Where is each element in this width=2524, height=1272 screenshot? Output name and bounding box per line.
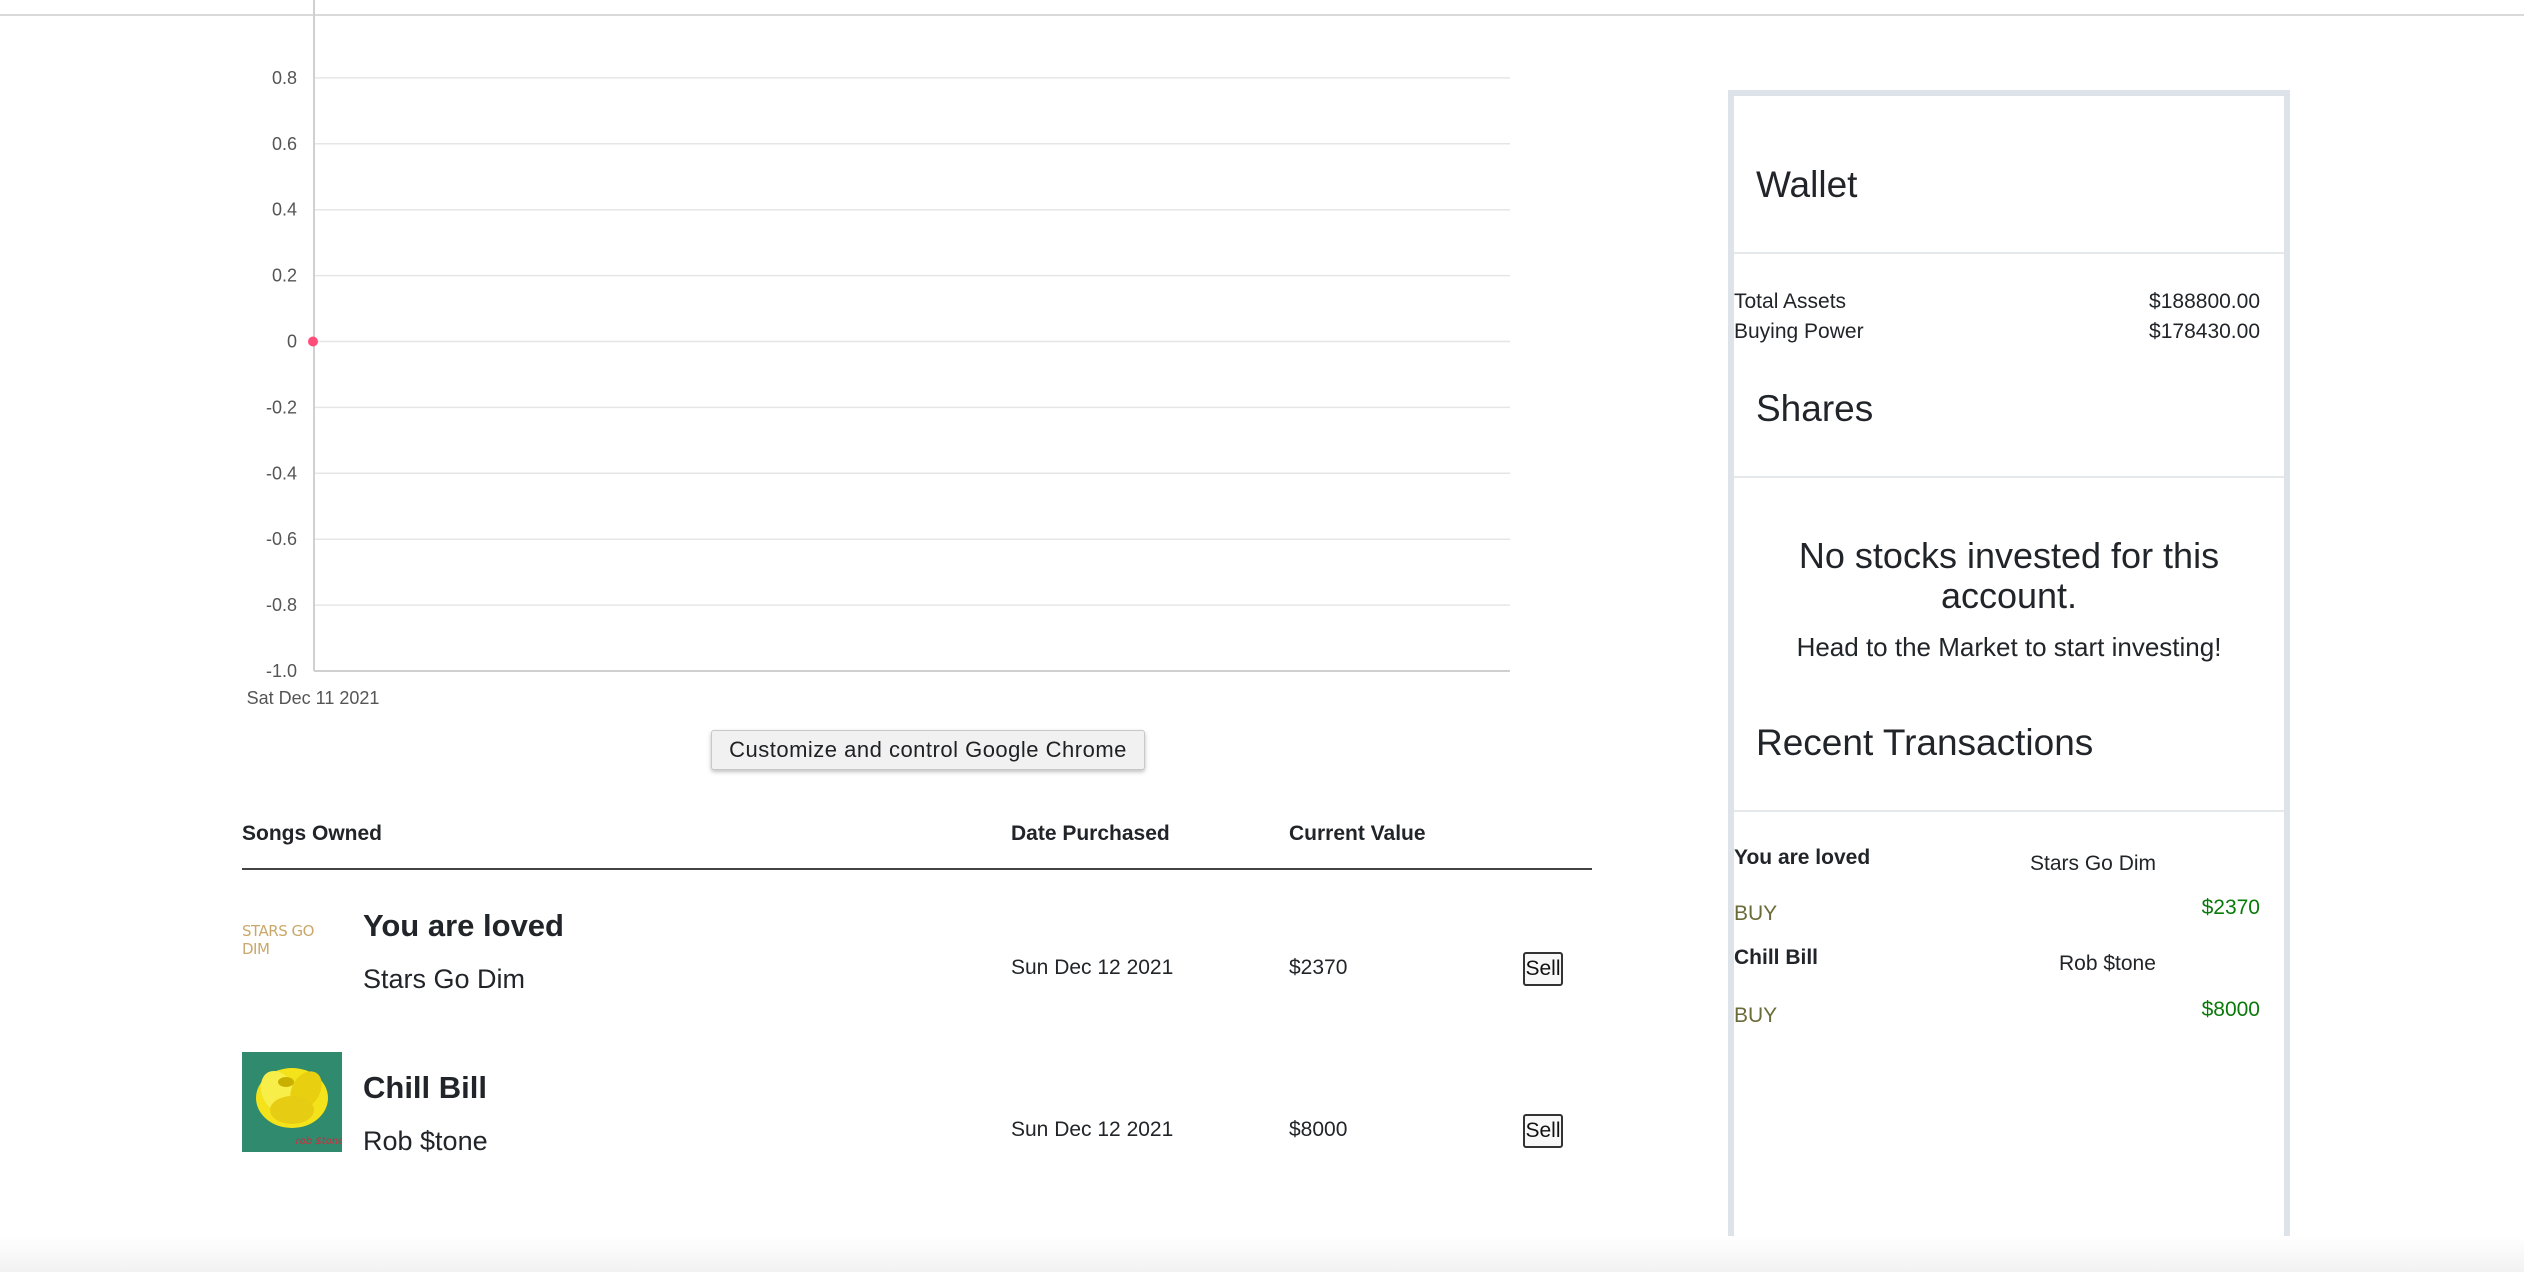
table-row: rob $tone Chill Bill Rob $tone Sun Dec 1… <box>242 1032 1592 1194</box>
shares-empty-subtitle: Head to the Market to start investing! <box>1796 632 2222 662</box>
album-art: rob $tone <box>242 1052 342 1152</box>
transaction-type: BUY <box>1734 902 1778 925</box>
buying-power-value: $178430.00 <box>2149 320 2260 343</box>
shares-title: Shares <box>1756 388 1874 429</box>
transaction-song: You are loved <box>1734 846 1871 869</box>
transaction-type: BUY <box>1734 1004 1778 1027</box>
chart-y-tick-label: -0.2 <box>266 397 297 417</box>
total-assets-label: Total Assets <box>1734 290 1847 313</box>
divider <box>1734 810 2284 812</box>
portfolio-chart: 0.8 0.6 0.4 0.2 0 -0.2 -0.4 -0.6 -0.8 -1.0 Sat De… <box>247 0 1510 708</box>
sell-button[interactable]: Sell <box>1523 952 1563 986</box>
wallet-title: Wallet <box>1756 164 1858 205</box>
transaction-amount: $2370 <box>2201 896 2260 919</box>
date-purchased: Sun Dec 12 2021 <box>1011 956 1174 979</box>
chart-y-tick-label: 0.6 <box>272 134 297 154</box>
bottom-edge <box>0 1236 2524 1272</box>
transaction-artist: Stars Go Dim <box>2030 852 2157 875</box>
chart-y-tick-label: 0 <box>287 332 297 352</box>
chart-y-tick-label: 0.8 <box>272 68 297 88</box>
sell-button[interactable]: Sell <box>1523 1114 1563 1148</box>
album-art-text: rob $tone <box>296 1136 342 1147</box>
chart-y-tick-label: 0.4 <box>272 200 297 220</box>
divider <box>1734 476 2284 478</box>
chart-y-tick-label: -0.6 <box>266 529 297 549</box>
wallet-sidebar: Wallet Total Assets $188800.00 Buying Po… <box>1728 90 2290 1272</box>
chart-y-tick-label: 0.2 <box>272 266 297 286</box>
chart-y-tick-label: -0.8 <box>266 595 297 615</box>
songs-owned-table: Songs Owned Date Purchased Current Value… <box>242 818 1592 1194</box>
shares-empty-title: No stocks invested for this account. <box>1798 535 2220 616</box>
chart-y-tick-label: -1.0 <box>266 661 297 681</box>
recent-transactions-title: Recent Transactions <box>1756 722 2094 763</box>
transaction-song: Chill Bill <box>1734 946 1818 969</box>
current-value: $8000 <box>1289 1118 1348 1141</box>
chart-x-tick-label: Sat Dec 11 2021 <box>247 688 380 708</box>
header-current-value: Current Value <box>1289 822 1426 845</box>
transaction-artist: Rob $tone <box>2059 952 2156 975</box>
songs-table-header: Songs Owned Date Purchased Current Value <box>242 818 1592 870</box>
divider <box>1734 252 2284 254</box>
song-artist: Stars Go Dim <box>363 964 526 994</box>
song-title[interactable]: You are loved <box>363 908 564 944</box>
album-art-image: rob $tone <box>256 1068 342 1147</box>
chart-data-point[interactable] <box>308 336 318 347</box>
album-art: STARS GO DIM <box>242 890 342 990</box>
date-purchased: Sun Dec 12 2021 <box>1011 1118 1174 1141</box>
header-songs-owned: Songs Owned <box>242 822 383 845</box>
transaction-amount: $8000 <box>2201 998 2260 1021</box>
table-row: STARS GO DIM You are loved Stars Go Dim … <box>242 870 1592 1032</box>
chart-y-labels: 0.8 0.6 0.4 0.2 0 -0.2 -0.4 -0.6 -0.8 -1.0 <box>266 68 297 681</box>
chart-y-tick-label: -0.4 <box>266 463 297 483</box>
header-date-purchased: Date Purchased <box>1011 822 1170 845</box>
buying-power-label: Buying Power <box>1734 320 1864 343</box>
chart-points <box>308 336 318 347</box>
chart-grid <box>314 77 1510 672</box>
current-value: $2370 <box>1289 956 1348 979</box>
song-artist: Rob $tone <box>363 1126 488 1156</box>
album-art-text: STARS GO DIM <box>242 922 314 958</box>
song-title[interactable]: Chill Bill <box>363 1070 487 1106</box>
total-assets-value: $188800.00 <box>2149 290 2260 313</box>
chrome-tooltip: Customize and control Google Chrome <box>711 730 1145 770</box>
page: 0.8 0.6 0.4 0.2 0 -0.2 -0.4 -0.6 -0.8 -1.0 Sat De… <box>0 0 2524 1272</box>
